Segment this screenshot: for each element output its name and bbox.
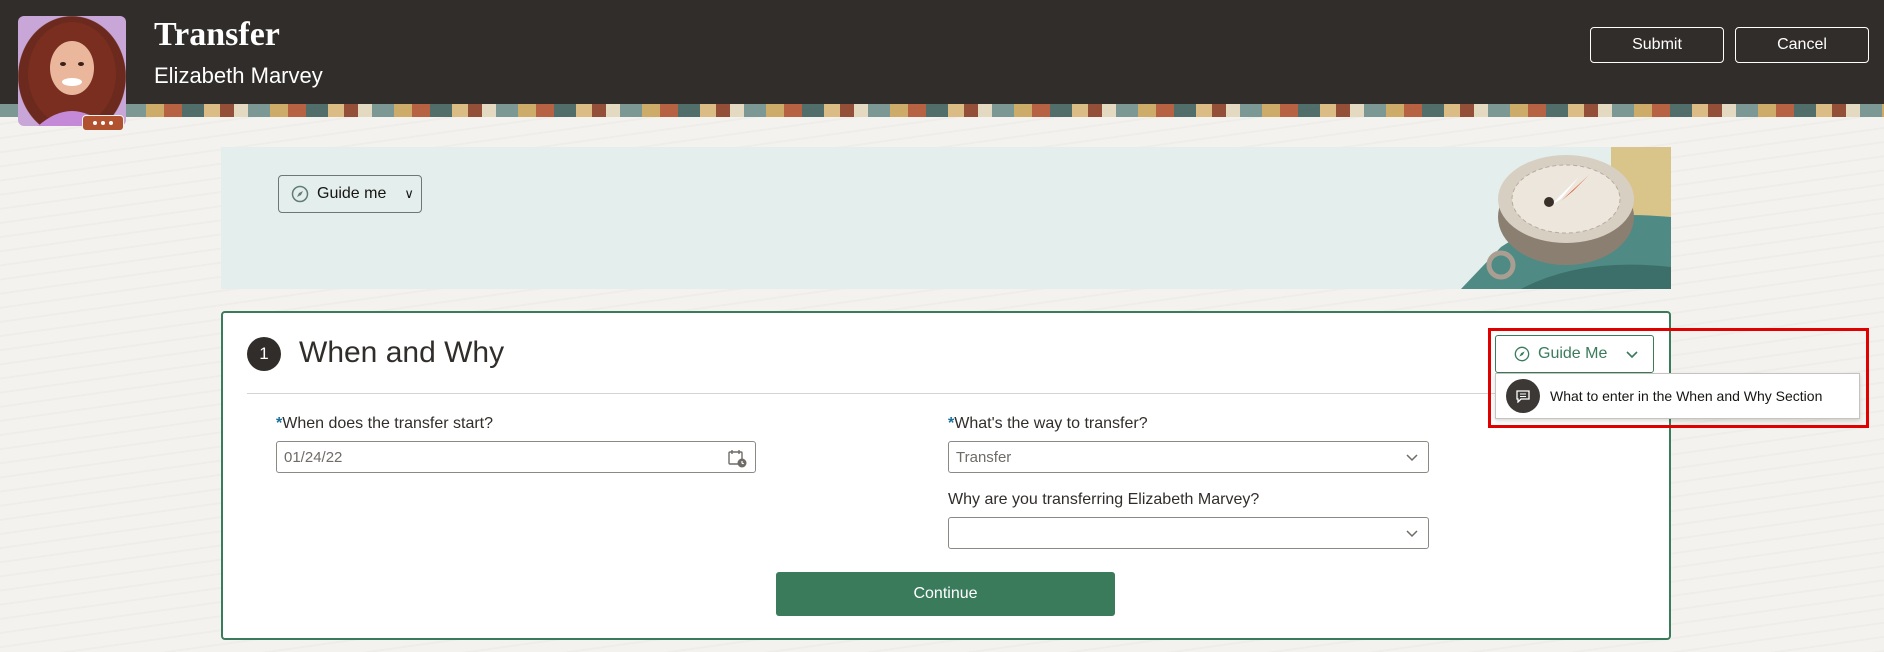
page-title: Transfer <box>154 16 280 53</box>
compass-icon <box>1514 346 1530 362</box>
guide-me-label: Guide Me <box>1538 345 1608 362</box>
section-guide-me-button[interactable]: Guide Me <box>1495 335 1654 373</box>
guide-banner: Guide me ∨ <box>221 147 1671 289</box>
chevron-down-icon <box>1406 454 1418 462</box>
continue-button[interactable]: Continue <box>776 572 1115 616</box>
transfer-way-value: Transfer <box>956 448 1012 466</box>
section-divider <box>247 393 1647 394</box>
chevron-down-icon: ∨ <box>404 186 414 201</box>
avatar-portrait-icon <box>28 22 116 126</box>
avatar[interactable] <box>18 16 126 126</box>
calendar-icon[interactable] <box>727 448 747 468</box>
avatar-more-icon[interactable] <box>82 115 124 131</box>
chevron-down-icon <box>1406 530 1418 538</box>
guide-menu-item[interactable]: What to enter in the When and Why Sectio… <box>1496 374 1859 418</box>
cancel-button[interactable]: Cancel <box>1735 27 1869 63</box>
when-and-why-section: 1 When and Why *When does the transfer s… <box>221 311 1671 640</box>
start-date-label-text: When does the transfer start? <box>282 415 494 432</box>
compass-illustration-icon <box>1461 147 1671 289</box>
banner-guide-me-label: Guide me <box>317 185 387 202</box>
compass-icon <box>291 185 309 203</box>
step-number-badge: 1 <box>247 337 281 371</box>
submit-button[interactable]: Submit <box>1590 27 1724 63</box>
chat-icon <box>1506 379 1540 413</box>
guide-menu-item-label: What to enter in the When and Why Sectio… <box>1550 388 1823 404</box>
transfer-way-label-text: What's the way to transfer? <box>954 415 1148 432</box>
section-title: When and Why <box>299 336 505 369</box>
start-date-label: *When does the transfer start? <box>276 415 493 433</box>
page-subtitle: Elizabeth Marvey <box>154 63 323 88</box>
chevron-down-icon <box>1626 351 1638 359</box>
guide-me-menu: What to enter in the When and Why Sectio… <box>1495 373 1860 419</box>
start-date-value: 01/24/22 <box>284 448 343 466</box>
transfer-way-label: *What's the way to transfer? <box>948 415 1148 433</box>
transfer-reason-label: Why are you transferring Elizabeth Marve… <box>948 491 1260 508</box>
header-decorative-band <box>0 104 1884 117</box>
transfer-reason-select[interactable] <box>948 517 1429 549</box>
transfer-way-select[interactable]: Transfer <box>948 441 1429 473</box>
start-date-input[interactable]: 01/24/22 <box>276 441 756 473</box>
banner-guide-me-button[interactable]: Guide me ∨ <box>278 175 422 213</box>
page-header: Transfer Elizabeth Marvey Submit Cancel <box>0 0 1884 104</box>
